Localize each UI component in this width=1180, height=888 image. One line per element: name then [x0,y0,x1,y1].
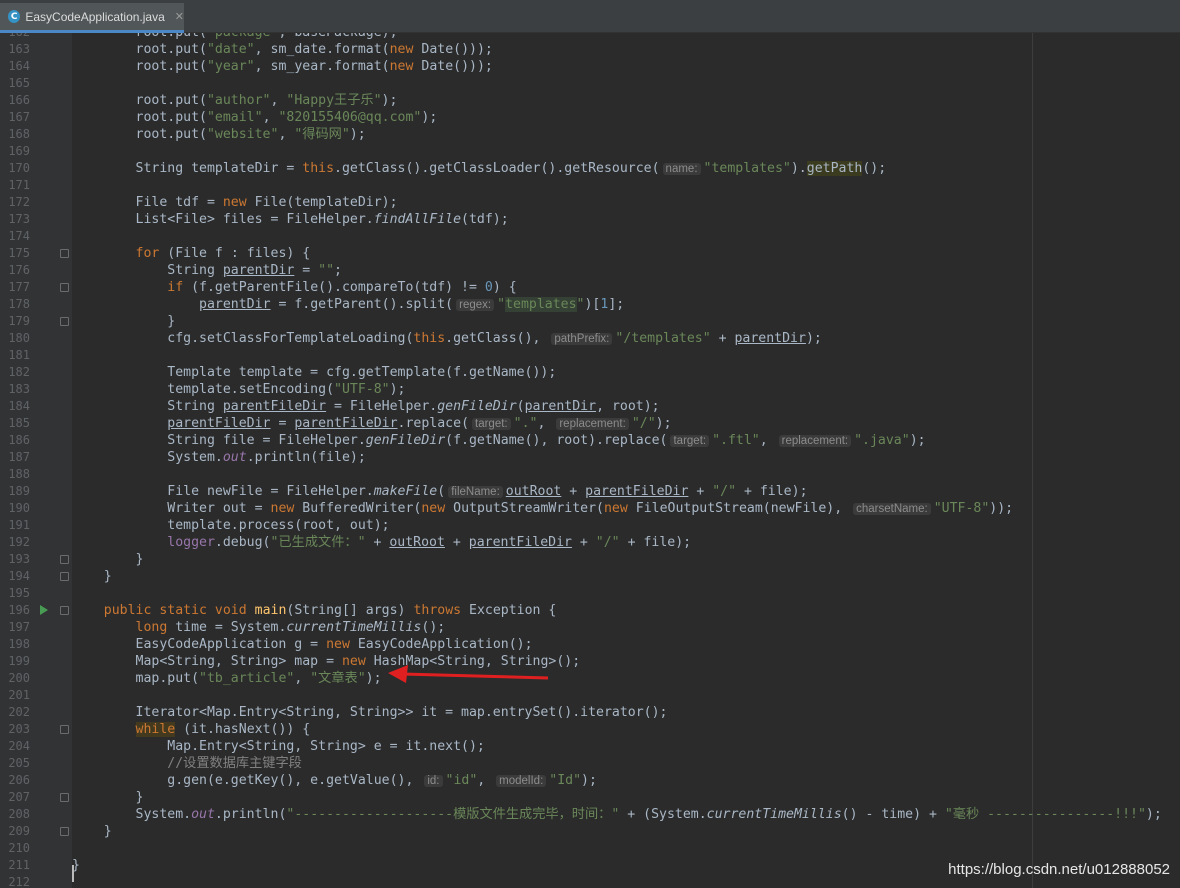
tab-easycodeapplication[interactable]: C EasyCodeApplication.java ✕ [0,3,184,33]
close-icon[interactable]: ✕ [175,10,184,23]
java-class-icon: C [8,10,21,23]
annotation-arrow [388,665,549,683]
watermark-text: https://blog.csdn.net/u012888052 [948,861,1170,878]
tab-label: EasyCodeApplication.java [25,9,165,24]
arrow-head [388,665,408,683]
code-editor[interactable]: 162 root.put("package", basePackage);163… [0,33,1180,888]
editor-tab-bar: C EasyCodeApplication.java ✕ [0,0,1180,33]
arrow-shaft [401,672,549,680]
